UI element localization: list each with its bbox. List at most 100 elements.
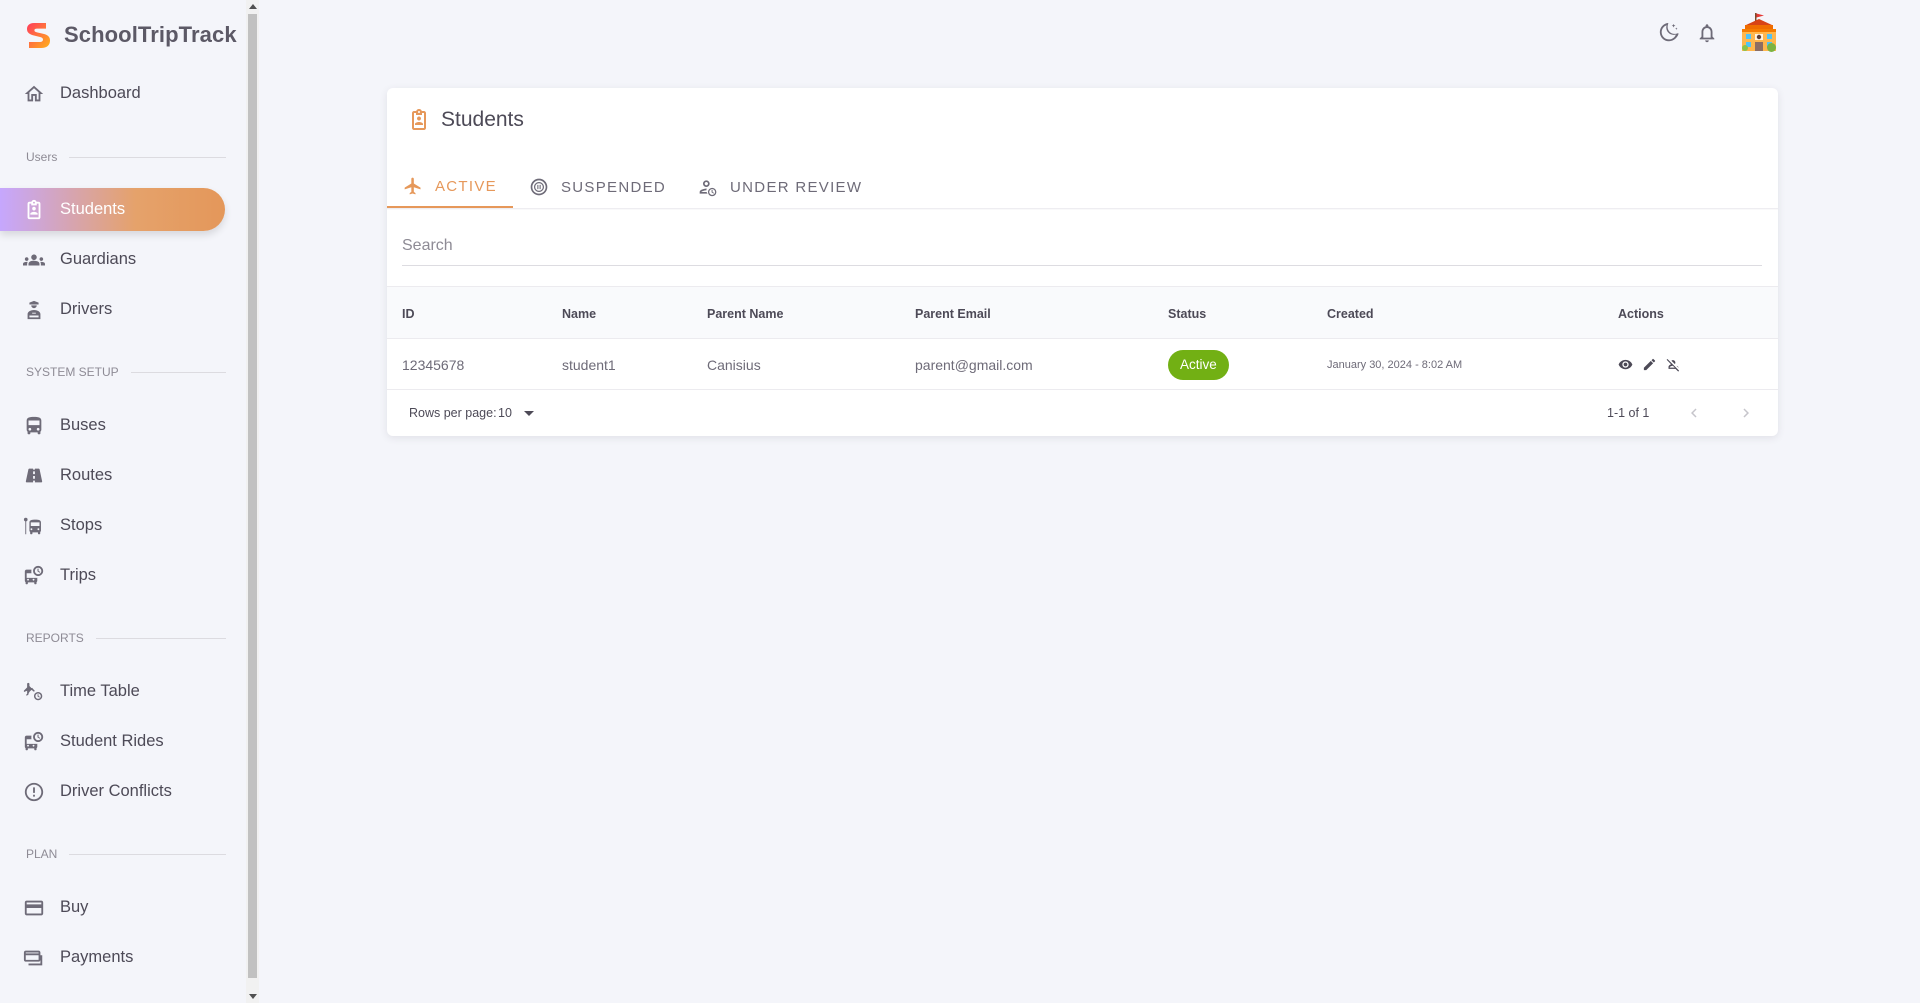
sidebar-item-time-table[interactable]: Time Table bbox=[0, 670, 225, 713]
tab-active[interactable]: ACTIVE bbox=[387, 166, 513, 208]
row-actions bbox=[1617, 356, 1682, 373]
alert-circle-icon bbox=[22, 780, 46, 804]
sidebar-scrollbar[interactable] bbox=[246, 0, 259, 1003]
cell-parent-name: Canisius bbox=[707, 356, 761, 373]
section-users: Users bbox=[26, 149, 226, 165]
cell-name: student1 bbox=[562, 356, 616, 373]
flight-clock-icon bbox=[22, 680, 46, 704]
tab-under-review[interactable]: UNDER REVIEW bbox=[682, 166, 878, 208]
table-row[interactable]: 12345678 student1 Canisius parent@gmail.… bbox=[387, 339, 1778, 390]
sidebar-item-label: Buses bbox=[60, 416, 106, 434]
sidebar-item-label: Drivers bbox=[60, 300, 113, 318]
tab-label: UNDER REVIEW bbox=[730, 178, 863, 196]
driver-icon bbox=[22, 298, 46, 322]
sidebar-item-label: Time Table bbox=[60, 682, 140, 700]
person-clock-icon bbox=[699, 180, 717, 197]
column-header-name[interactable]: Name bbox=[562, 287, 596, 340]
sidebar-item-routes[interactable]: Routes bbox=[0, 454, 225, 497]
sidebar: SchoolTripTrack Dashboard Users Students… bbox=[0, 0, 246, 1003]
section-plan: PLAN bbox=[26, 846, 226, 862]
tab-label: SUSPENDED bbox=[560, 178, 667, 196]
brand-name: SchoolTripTrack bbox=[64, 22, 237, 47]
section-system-setup: SYSTEM SETUP bbox=[26, 364, 226, 380]
bus-clock-icon bbox=[22, 730, 46, 754]
pagination-range: 1-1 of 1 bbox=[1607, 406, 1650, 420]
edit-button[interactable] bbox=[1641, 356, 1658, 373]
tab-suspended[interactable]: SUSPENDED bbox=[513, 166, 682, 208]
column-header-created[interactable]: Created bbox=[1327, 287, 1374, 340]
suspend-button[interactable] bbox=[1665, 356, 1682, 373]
bus-stop-icon bbox=[22, 514, 46, 538]
section-divider bbox=[95, 637, 226, 639]
avatar[interactable] bbox=[1738, 12, 1780, 54]
search-input[interactable] bbox=[402, 226, 1762, 266]
caret-down-icon bbox=[523, 410, 534, 416]
status-tabs: ACTIVE SUSPENDED UNDER REVIEW bbox=[387, 166, 878, 208]
column-header-parent-name[interactable]: Parent Name bbox=[707, 287, 783, 340]
section-divider bbox=[130, 371, 226, 373]
scroll-up-arrow-icon[interactable] bbox=[249, 4, 257, 9]
section-reports: REPORTS bbox=[26, 630, 226, 646]
groups-icon bbox=[22, 248, 46, 272]
scrollbar-thumb[interactable] bbox=[248, 14, 257, 978]
sidebar-item-label: Routes bbox=[60, 466, 113, 484]
sidebar-item-driver-conflicts[interactable]: Driver Conflicts bbox=[0, 770, 225, 813]
credit-card-icon bbox=[22, 896, 46, 920]
students-card: Students ACTIVE SUSPENDED UNDER REVIEW I… bbox=[387, 88, 1778, 436]
sidebar-item-buses[interactable]: Buses bbox=[0, 404, 225, 447]
scroll-down-arrow-icon[interactable] bbox=[249, 994, 257, 999]
sidebar-item-label: Dashboard bbox=[60, 84, 141, 102]
sidebar-item-students[interactable]: Students bbox=[0, 188, 225, 231]
next-page-button[interactable] bbox=[1731, 398, 1761, 428]
cell-parent-email: parent@gmail.com bbox=[915, 356, 1033, 373]
chevron-right-icon bbox=[1743, 408, 1749, 418]
sidebar-item-stops[interactable]: Stops bbox=[0, 504, 225, 547]
sidebar-item-label: Guardians bbox=[60, 250, 137, 268]
sidebar-item-drivers[interactable]: Drivers bbox=[0, 288, 225, 331]
section-label: PLAN bbox=[26, 847, 58, 861]
sidebar-item-trips[interactable]: Trips bbox=[0, 554, 225, 597]
sidebar-item-label: Driver Conflicts bbox=[60, 782, 172, 800]
sidebar-item-buy[interactable]: Buy bbox=[0, 886, 225, 929]
section-label: SYSTEM SETUP bbox=[26, 365, 119, 379]
column-header-status[interactable]: Status bbox=[1168, 287, 1206, 340]
section-divider bbox=[69, 156, 226, 158]
view-button[interactable] bbox=[1617, 356, 1634, 373]
sidebar-item-label: Buy bbox=[60, 898, 89, 916]
theme-toggle-button[interactable] bbox=[1650, 13, 1688, 53]
sidebar-item-label: Payments bbox=[60, 948, 134, 966]
rows-per-page-select[interactable]: 10 bbox=[498, 390, 534, 436]
payments-icon bbox=[22, 946, 46, 970]
sidebar-item-payments[interactable]: Payments bbox=[0, 936, 225, 979]
page-title-text: Students bbox=[441, 108, 524, 131]
status-badge: Active bbox=[1168, 349, 1229, 380]
moon-icon bbox=[1659, 22, 1679, 42]
sidebar-item-dashboard[interactable]: Dashboard bbox=[0, 72, 225, 115]
id-badge-icon bbox=[22, 198, 46, 222]
section-label: Users bbox=[26, 150, 58, 164]
bus-icon bbox=[22, 414, 46, 438]
person-off-icon bbox=[1666, 358, 1680, 372]
cell-id: 12345678 bbox=[402, 356, 465, 373]
brand-logo-icon bbox=[27, 23, 50, 48]
sidebar-item-label: Stops bbox=[60, 516, 103, 534]
previous-page-button[interactable] bbox=[1679, 398, 1709, 428]
tabs-divider bbox=[387, 208, 1778, 210]
cell-created: January 30, 2024 - 8:02 AM bbox=[1327, 358, 1463, 371]
sidebar-item-guardians[interactable]: Guardians bbox=[0, 238, 225, 281]
section-divider bbox=[69, 853, 226, 855]
sidebar-item-label: Student Rides bbox=[60, 732, 164, 750]
eye-icon bbox=[1618, 359, 1633, 370]
topbar-actions bbox=[1650, 12, 1780, 54]
notifications-button[interactable] bbox=[1688, 13, 1726, 53]
column-header-parent-email[interactable]: Parent Email bbox=[915, 287, 991, 340]
table-header: ID Name Parent Name Parent Email Status … bbox=[387, 286, 1778, 339]
sidebar-item-student-rides[interactable]: Student Rides bbox=[0, 720, 225, 763]
pencil-icon bbox=[1643, 358, 1656, 371]
brand[interactable]: SchoolTripTrack bbox=[0, 0, 246, 70]
tab-label: ACTIVE bbox=[435, 177, 497, 195]
section-label: REPORTS bbox=[26, 631, 84, 645]
home-icon bbox=[22, 82, 46, 106]
column-header-id[interactable]: ID bbox=[402, 287, 415, 340]
rows-per-page-label: Rows per page: bbox=[409, 406, 497, 420]
